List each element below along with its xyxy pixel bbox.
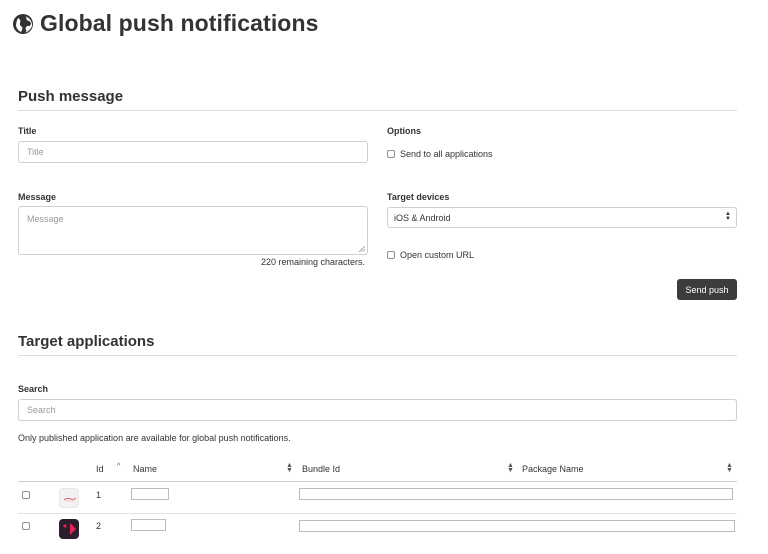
divider (18, 355, 737, 356)
bundle-package-cell-input[interactable] (299, 520, 735, 532)
send-all-checkbox[interactable] (387, 150, 395, 158)
row-id: 1 (96, 490, 102, 500)
divider (18, 110, 737, 111)
target-devices-value: iOS & Android (394, 212, 451, 223)
title-label: Title (18, 126, 37, 136)
sort-icon[interactable]: ▲ ▼ (286, 462, 293, 474)
name-cell-input[interactable] (131, 519, 166, 531)
options-label: Options (387, 126, 421, 136)
row-id: 2 (96, 521, 102, 531)
column-header-id[interactable]: Id (96, 464, 104, 474)
remaining-characters: 220 remaining characters. (261, 257, 366, 267)
bundle-package-cell-input[interactable] (299, 488, 733, 500)
target-devices-select[interactable]: iOS & Android ▲ ▼ (387, 207, 737, 228)
page-title: Global push notifications (40, 10, 319, 36)
column-header-name[interactable]: Name (133, 464, 157, 474)
resize-handle-icon[interactable] (359, 246, 365, 252)
table-header-divider (18, 481, 737, 482)
app-logo-red-icon (59, 488, 79, 508)
globe-icon (13, 13, 33, 34)
app-logo-red-icon (63, 497, 77, 502)
row-divider (18, 513, 737, 514)
column-header-package-name[interactable]: Package Name (522, 464, 584, 474)
name-cell-input[interactable] (131, 488, 169, 500)
search-input[interactable]: Search (18, 399, 737, 421)
select-arrows-icon: ▲ ▼ (725, 211, 731, 222)
target-devices-label: Target devices (387, 192, 450, 202)
title-input[interactable]: Title (18, 141, 368, 163)
send-push-button[interactable]: Send push (677, 279, 737, 300)
search-label: Search (18, 384, 49, 394)
message-textarea[interactable]: Message (18, 206, 368, 255)
open-url-checkbox[interactable] (387, 251, 395, 259)
open-url-label[interactable]: Open custom URL (400, 250, 474, 260)
app-logo-dark-pink-icon (59, 519, 79, 539)
sort-icon[interactable]: ▲ ▼ (726, 462, 733, 474)
sort-ascending-icon[interactable]: ^ (117, 463, 120, 470)
row-checkbox[interactable] (22, 522, 30, 530)
sort-icon[interactable]: ▲ ▼ (507, 462, 514, 474)
page-header: Global push notifications (12, 10, 319, 37)
target-applications-heading: Target applications (18, 333, 155, 350)
push-message-heading: Push message (18, 88, 124, 105)
app-logo-dark-pink-icon (63, 523, 76, 535)
availability-note: Only published application are available… (18, 433, 291, 443)
send-all-label[interactable]: Send to all applications (400, 149, 493, 159)
message-placeholder: Message (27, 214, 64, 224)
column-header-bundle-id[interactable]: Bundle Id (302, 464, 340, 474)
message-label: Message (18, 192, 57, 202)
row-checkbox[interactable] (22, 491, 30, 499)
